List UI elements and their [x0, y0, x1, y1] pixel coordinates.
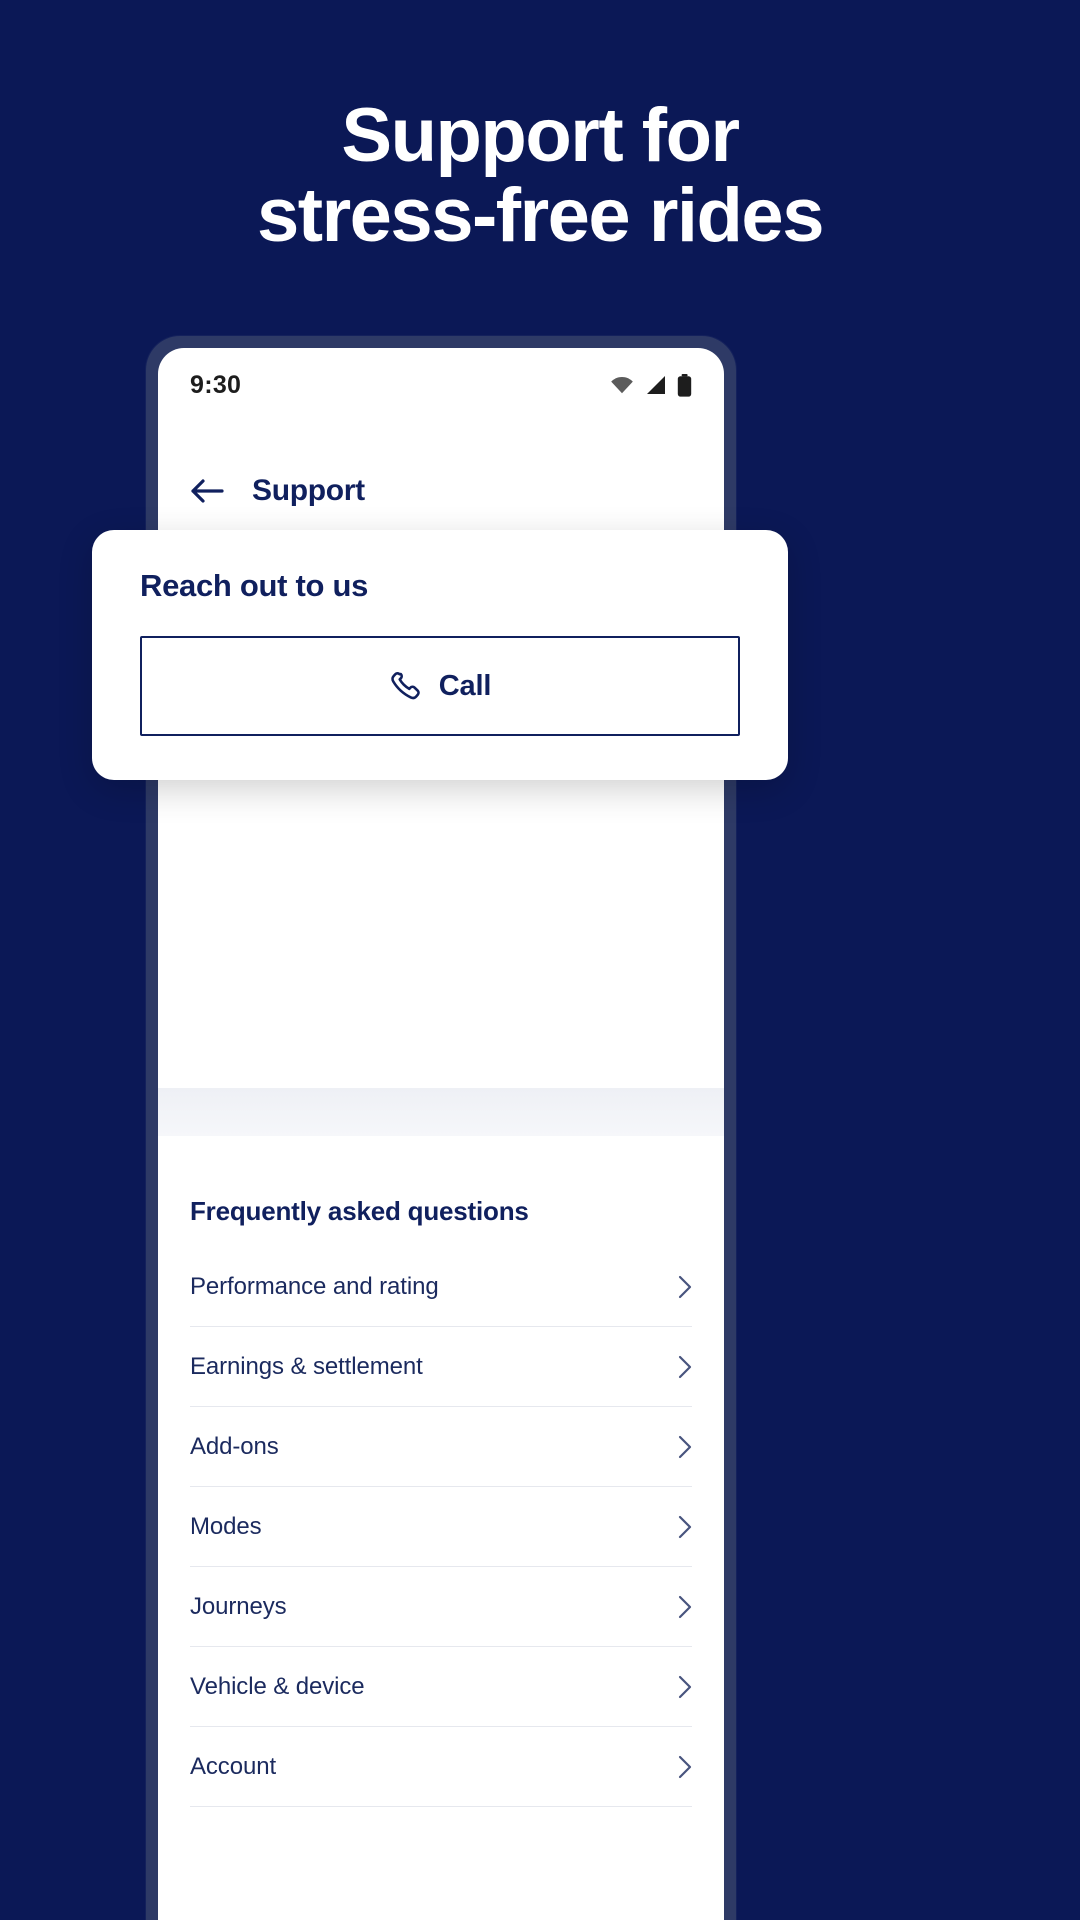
- section-divider-strip: [158, 1088, 724, 1136]
- hero-line-2: stress-free rides: [257, 172, 824, 258]
- chevron-right-icon: [678, 1515, 692, 1538]
- faq-item-label: Account: [190, 1752, 277, 1780]
- faq-item-label: Modes: [190, 1512, 262, 1540]
- chevron-right-icon: [678, 1595, 692, 1618]
- faq-item-label: Journeys: [190, 1592, 287, 1620]
- arrow-left-icon[interactable]: [190, 478, 224, 504]
- list-item[interactable]: Account: [190, 1727, 692, 1807]
- faq-item-label: Performance and rating: [190, 1272, 439, 1300]
- signal-icon: [647, 376, 665, 394]
- reach-out-title: Reach out to us: [140, 568, 369, 603]
- hero-headline: Support for stress-free rides: [0, 96, 1080, 256]
- reach-out-card: Reach out to us Call: [92, 530, 788, 780]
- chevron-right-icon: [678, 1275, 692, 1298]
- status-time: 9:30: [190, 370, 242, 399]
- list-item[interactable]: Journeys: [190, 1567, 692, 1647]
- list-item[interactable]: Add-ons: [190, 1407, 692, 1487]
- faq-item-label: Vehicle & device: [190, 1672, 365, 1700]
- nav-bar: Support: [158, 456, 724, 526]
- status-icons: [609, 373, 692, 397]
- call-button[interactable]: Call: [140, 636, 740, 736]
- hero-line-1: Support for: [341, 93, 740, 178]
- faq-item-label: Earnings & settlement: [190, 1352, 423, 1380]
- phone-handset-icon: [391, 672, 420, 700]
- faq-section: Frequently asked questions Performance a…: [158, 1136, 724, 1807]
- call-button-label: Call: [438, 669, 492, 702]
- chevron-right-icon: [678, 1435, 692, 1458]
- chevron-right-icon: [678, 1675, 692, 1698]
- faq-heading: Frequently asked questions: [190, 1196, 529, 1226]
- list-item[interactable]: Vehicle & device: [190, 1647, 692, 1727]
- page-title: Support: [252, 474, 365, 507]
- faq-list: Performance and rating Earnings & settle…: [190, 1247, 692, 1807]
- status-bar: 9:30: [158, 348, 724, 422]
- chevron-right-icon: [678, 1355, 692, 1378]
- list-item[interactable]: Modes: [190, 1487, 692, 1567]
- promo-screenshot: Support for stress-free rides 9:30 Suppo…: [0, 0, 1080, 1920]
- battery-icon: [677, 373, 692, 397]
- wifi-icon: [611, 377, 633, 394]
- list-item[interactable]: Performance and rating: [190, 1247, 692, 1327]
- list-item[interactable]: Earnings & settlement: [190, 1327, 692, 1407]
- faq-item-label: Add-ons: [190, 1432, 279, 1460]
- chevron-right-icon: [678, 1755, 692, 1778]
